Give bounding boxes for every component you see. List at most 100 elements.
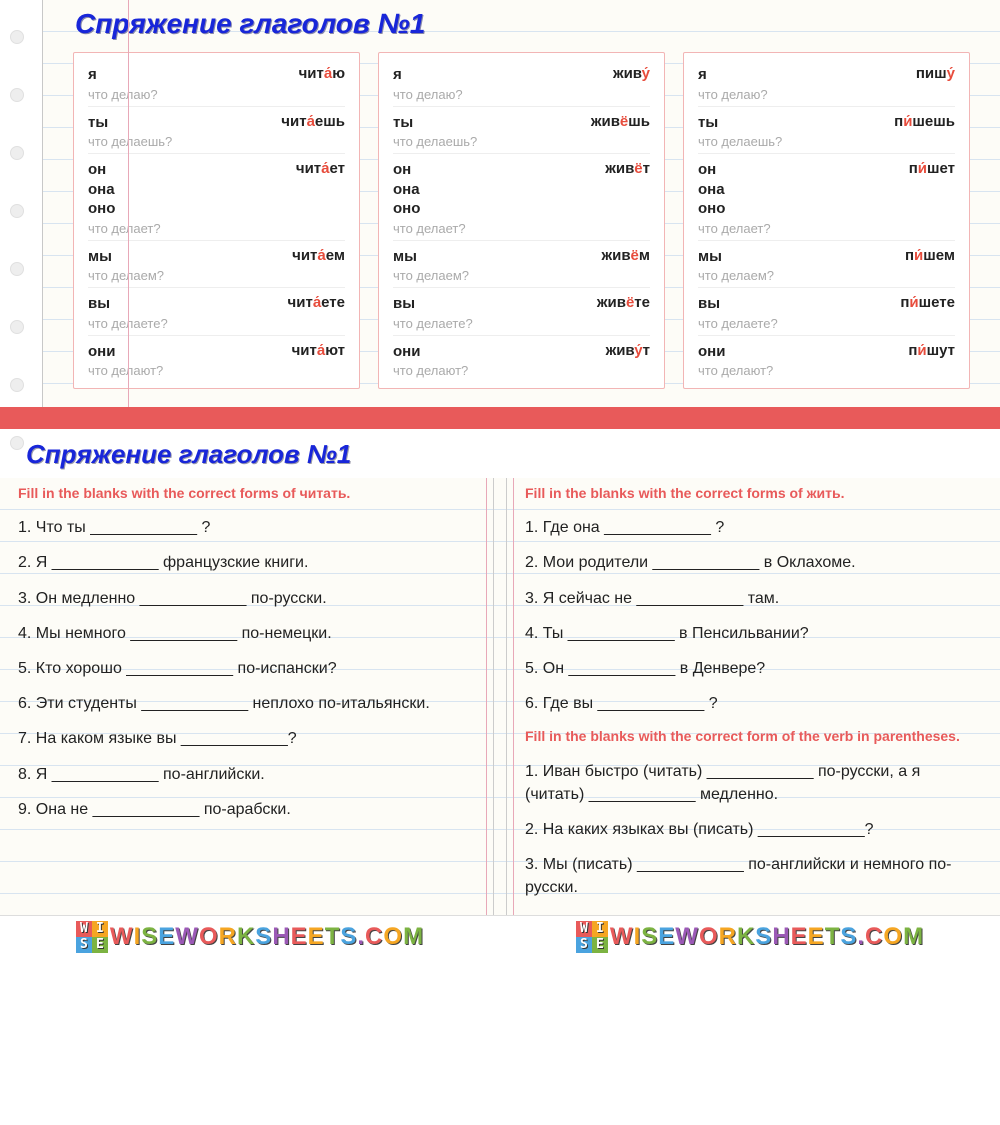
watermark-text: WISEWORKSHEETS.COM [610, 923, 924, 951]
pronoun: мы [393, 247, 417, 267]
verb-form: пи́шут [908, 342, 955, 362]
logo-cube: WISE [76, 921, 108, 953]
logo-cube: WISE [576, 921, 608, 953]
pronoun: ты [698, 113, 718, 133]
exercise-line: 6. Эти студенты ____________ неплохо по-… [18, 686, 475, 721]
grammar-question: что делает? [393, 221, 650, 236]
watermark: WISEWISEWORKSHEETS.COM WISEWISEWORKSHEET… [0, 915, 1000, 957]
conjugation-row: они живу́тчто делают? [393, 336, 650, 383]
conjugation-card: япишу́что делаю?тыпи́шешьчто делаешь?он … [683, 52, 970, 389]
exercise-line: 2. На каких языках вы (писать) _________… [525, 812, 982, 847]
verb-form: чита́ете [288, 294, 345, 314]
conjugation-row: ты живёшьчто делаешь? [393, 107, 650, 155]
exercise-line: 5. Он ____________ в Денвере? [525, 651, 982, 686]
exercise-line: 1. Что ты ____________ ? [18, 510, 475, 545]
pronoun: он она оно [88, 160, 115, 219]
instruction-right-2: Fill in the blanks with the correct form… [525, 721, 982, 753]
page-title: Спряжение глаголов №1 [43, 0, 1000, 52]
pronoun: они [698, 342, 725, 362]
verb-form: чита́ю [299, 65, 345, 85]
exercise-line: 1. Где она ____________ ? [525, 510, 982, 545]
grammar-question: что делают? [393, 363, 650, 378]
verb-form: чита́ешь [281, 113, 345, 133]
instruction-right-1: Fill in the blanks with the correct form… [525, 478, 982, 510]
instruction-left: Fill in the blanks with the correct form… [18, 478, 475, 510]
verb-form: чита́ет [296, 160, 345, 219]
verb-form: живу́т [606, 342, 650, 362]
conjugation-row: мы чита́емчто делаем? [88, 241, 345, 289]
column-divider [493, 478, 507, 915]
grammar-question: что делаете? [698, 316, 955, 331]
pronoun: они [88, 342, 115, 362]
exercise-line: 7. На каком языке вы ____________? [18, 721, 475, 756]
conjugation-row: он она оноживётчто делает? [393, 154, 650, 241]
verb-form: живёте [597, 294, 650, 314]
conjugation-row: тычита́ешьчто делаешь? [88, 107, 345, 155]
grammar-question: что делаешь? [393, 134, 650, 149]
grammar-question: что делаем? [393, 268, 650, 283]
exercise-line: 4. Ты ____________ в Пенсильвании? [525, 616, 982, 651]
grammar-question: что делает? [88, 221, 345, 236]
exercise-line: 3. Мы (писать) ____________ по-английски… [525, 847, 982, 905]
section-title-2: Спряжение глаголов №1 [0, 429, 1000, 478]
pronoun: он она оно [393, 160, 420, 219]
conjugation-card: ячита́ючто делаю?тычита́ешьчто делаешь?о… [73, 52, 360, 389]
pronoun: я [393, 65, 402, 85]
conjugation-cards: ячита́ючто делаю?тычита́ешьчто делаешь?о… [43, 52, 1000, 407]
pronoun: мы [88, 247, 112, 267]
pronoun: вы [88, 294, 110, 314]
grammar-question: что делают? [698, 363, 955, 378]
conjugation-row: я живу́ что делаю? [393, 59, 650, 107]
grammar-question: что делаете? [393, 316, 650, 331]
conjugation-row: вы пи́шете что делаете? [698, 288, 955, 336]
grammar-question: что делает? [698, 221, 955, 236]
exercise-line: 2. Мои родители ____________ в Оклахоме. [525, 545, 982, 580]
verb-form: чита́ют [292, 342, 345, 362]
conjugation-row: я пишу́ что делаю? [698, 59, 955, 107]
grammar-question: что делаю? [88, 87, 345, 102]
grammar-question: что делаем? [698, 268, 955, 283]
verb-form: живу́ [613, 65, 650, 85]
grammar-question: что делаю? [698, 87, 955, 102]
conjugation-row: они пи́шутчто делают? [698, 336, 955, 383]
grammar-question: что делаю? [393, 87, 650, 102]
verb-form: пи́шем [905, 247, 955, 267]
conjugation-row: тыпи́шешьчто делаешь? [698, 107, 955, 155]
verb-form: пи́шете [900, 294, 955, 314]
section-divider-bar [0, 407, 1000, 429]
conjugation-row: они чита́ютчто делают? [88, 336, 345, 383]
verb-form: чита́ем [292, 247, 345, 267]
exercise-line: 2. Я ____________ французские книги. [18, 545, 475, 580]
exercise-line: 8. Я ____________ по-английски. [18, 757, 475, 792]
exercise-line: 4. Мы немного ____________ по-немецки. [18, 616, 475, 651]
exercise-line: 5. Кто хорошо ____________ по-испански? [18, 651, 475, 686]
red-margin-line [128, 0, 129, 407]
exercise-line: 6. Где вы ____________ ? [525, 686, 982, 721]
exercise-line: 3. Он медленно ____________ по-русски. [18, 581, 475, 616]
pronoun: ты [393, 113, 413, 133]
grammar-question: что делаете? [88, 316, 345, 331]
conjugation-row: ячита́ючто делаю? [88, 59, 345, 107]
exercise-line: 1. Иван быстро (читать) ____________ по-… [525, 754, 982, 812]
verb-form: живём [601, 247, 650, 267]
verb-form: живёшь [591, 113, 650, 133]
verb-form: пишу́ [916, 65, 955, 85]
grammar-question: что делают? [88, 363, 345, 378]
pronoun: я [698, 65, 707, 85]
conjugation-row: вы чита́ете что делаете? [88, 288, 345, 336]
conjugation-row: он она оно чита́ет что делает? [88, 154, 345, 241]
verb-form: пи́шет [909, 160, 955, 219]
conjugation-row: он она онопи́шетчто делает? [698, 154, 955, 241]
watermark-text: WISEWORKSHEETS.COM [110, 923, 424, 951]
grammar-question: что делаешь? [698, 134, 955, 149]
conjugation-card: я живу́ что делаю? ты живёшьчто делаешь? он о… [378, 52, 665, 389]
pronoun: они [393, 342, 420, 362]
pronoun: вы [393, 294, 415, 314]
conjugation-row: мы живёмчто делаем? [393, 241, 650, 289]
pronoun: вы [698, 294, 720, 314]
grammar-question: что делаешь? [88, 134, 345, 149]
pronoun: мы [698, 247, 722, 267]
conjugation-row: мы пи́шемчто делаем? [698, 241, 955, 289]
exercise-line: 3. Я сейчас не ____________ там. [525, 581, 982, 616]
grammar-question: что делаем? [88, 268, 345, 283]
